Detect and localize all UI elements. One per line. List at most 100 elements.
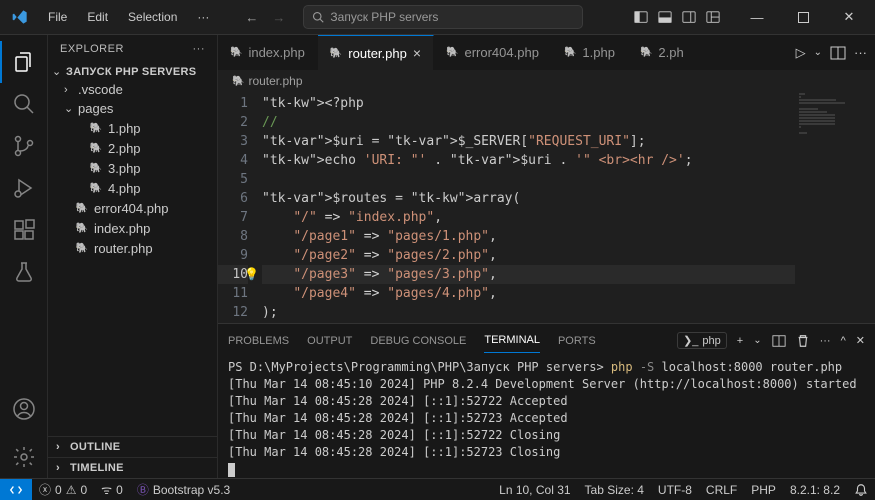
window-minimize[interactable]: — (735, 0, 779, 35)
panel-tab-terminal[interactable]: TERMINAL (484, 328, 540, 353)
status-notifications-icon[interactable] (847, 483, 875, 497)
editor-tab[interactable]: 🐘 error404.php (434, 35, 552, 70)
tree-file-label: router.php (94, 241, 153, 256)
layout-right-icon[interactable] (679, 7, 699, 27)
editor-tab[interactable]: 🐘index.php (218, 35, 318, 70)
command-center[interactable]: Запуск PHP servers (303, 5, 583, 29)
explorer-more-icon[interactable]: ··· (193, 43, 206, 55)
search-text: Запуск PHP servers (330, 10, 438, 24)
activity-testing-icon[interactable] (0, 251, 48, 293)
status-problems[interactable]: ⓧ0 ⚠0 (32, 479, 94, 500)
php-file-icon: 🐘 (88, 180, 104, 196)
php-file-icon: 🐘 (640, 47, 652, 58)
tree-file-label: error404.php (94, 201, 168, 216)
activity-run-debug-icon[interactable] (0, 167, 48, 209)
menu-selection[interactable]: Selection (120, 6, 185, 28)
maximize-panel-icon[interactable]: ^ (841, 335, 846, 347)
tab-label: 2.ph (658, 45, 683, 60)
tree-file[interactable]: 🐘router.php (48, 238, 217, 258)
menu-file[interactable]: File (40, 6, 75, 28)
status-php-version[interactable]: 8.2.1: 8.2 (783, 483, 847, 497)
php-file-icon: 🐘 (446, 47, 458, 58)
more-icon[interactable]: ··· (820, 335, 831, 347)
tree-file[interactable]: 🐘index.php (48, 218, 217, 238)
chevron-down-icon[interactable]: ⌄ (814, 47, 822, 58)
close-icon[interactable]: × (413, 45, 421, 61)
activity-search-icon[interactable] (0, 83, 48, 125)
activity-extensions-icon[interactable] (0, 209, 48, 251)
layout-left-icon[interactable] (631, 7, 651, 27)
sidebar: EXPLORER ··· ⌄ЗАПУСК PHP SERVERS ›.vscod… (48, 35, 218, 478)
error-icon: ⓧ (39, 481, 51, 498)
chevron-down-icon[interactable]: ⌄ (753, 335, 761, 346)
panel-tab-ports[interactable]: PORTS (558, 329, 596, 353)
run-icon[interactable]: ▷ (796, 45, 806, 61)
panel-tab-problems[interactable]: PROBLEMS (228, 329, 289, 353)
outline-section[interactable]: ›OUTLINE (48, 436, 217, 457)
menu-edit[interactable]: Edit (79, 6, 116, 28)
tree-file[interactable]: 🐘error404.php (48, 198, 217, 218)
breadcrumb-file: router.php (248, 74, 302, 88)
status-errors-count: 0 (55, 483, 62, 497)
tree-file[interactable]: 🐘3.php (48, 158, 217, 178)
activity-explorer-icon[interactable] (0, 41, 48, 83)
panel-tab-debug[interactable]: DEBUG CONSOLE (370, 329, 466, 353)
activity-settings-icon[interactable] (0, 436, 48, 478)
breadcrumb[interactable]: 🐘 router.php (218, 70, 875, 92)
status-ports[interactable]: ᯤ0 (94, 479, 130, 500)
tree-folder-pages[interactable]: ⌄pages (48, 99, 217, 118)
code-editor[interactable]: "tk-kw"><?php//"tk-var">$uri = "tk-var">… (262, 92, 795, 323)
window-close[interactable]: ✕ (827, 0, 871, 35)
tree-file[interactable]: 🐘 4.php (48, 178, 217, 198)
editor-tab[interactable]: 🐘router.php× (318, 35, 434, 70)
activity-source-control-icon[interactable] (0, 125, 48, 167)
status-cursor[interactable]: Ln 10, Col 31 (492, 483, 577, 497)
tree-file-label: 4.php (108, 181, 141, 196)
tree-file[interactable]: 🐘 2.php (48, 138, 217, 158)
nav-back-icon[interactable]: ← (241, 6, 262, 29)
activity-account-icon[interactable] (0, 388, 48, 430)
menu-more[interactable]: ··· (189, 6, 217, 28)
php-file-icon: 🐘 (74, 220, 90, 236)
terminal-selector[interactable]: ❯_php (677, 332, 727, 349)
vscode-logo-icon (12, 9, 28, 25)
titlebar: File Edit Selection ··· ← → Запуск PHP s… (0, 0, 875, 35)
status-tab-size[interactable]: Tab Size: 4 (578, 483, 651, 497)
split-editor-icon[interactable] (830, 45, 846, 61)
status-eol[interactable]: CRLF (699, 483, 744, 497)
editor-tab[interactable]: 🐘 2.ph (628, 35, 697, 70)
status-encoding[interactable]: UTF-8 (651, 483, 699, 497)
status-bootstrap[interactable]: ⒷBootstrap v5.3 (130, 479, 237, 500)
nav-forward-icon[interactable]: → (268, 6, 289, 29)
tree-root[interactable]: ⌄ЗАПУСК PHP SERVERS (48, 63, 217, 80)
tree-folder-vscode[interactable]: ›.vscode (48, 80, 217, 99)
timeline-label: TIMELINE (70, 462, 124, 474)
terminal[interactable]: PS D:\MyProjects\Programming\PHP\Запуск … (218, 353, 875, 478)
editor-tab[interactable]: 🐘 1.php (552, 35, 628, 70)
window-maximize[interactable] (781, 0, 825, 35)
tab-label: error404.php (464, 45, 538, 60)
tab-label: 1.php (582, 45, 615, 60)
status-language[interactable]: PHP (744, 483, 783, 497)
tree-file[interactable]: 🐘1.php (48, 118, 217, 138)
panel-tab-output[interactable]: OUTPUT (307, 329, 352, 353)
new-terminal-icon[interactable]: + (737, 335, 743, 347)
php-file-icon: 🐘 (88, 140, 104, 156)
php-file-icon: 🐘 (330, 48, 342, 59)
minimap[interactable] (795, 92, 875, 323)
activity-bar (0, 35, 48, 478)
remote-indicator[interactable] (0, 479, 32, 500)
close-panel-icon[interactable]: ✕ (856, 334, 865, 347)
trash-icon[interactable] (796, 334, 810, 348)
layout-bottom-icon[interactable] (655, 7, 675, 27)
terminal-shell-label: php (702, 335, 720, 347)
layout-customize-icon[interactable] (703, 7, 723, 27)
tree-file-label: 2.php (108, 141, 141, 156)
split-terminal-icon[interactable] (772, 334, 786, 348)
more-icon[interactable]: ··· (854, 45, 867, 60)
antenna-icon: ᯤ (101, 481, 112, 498)
php-file-icon: 🐘 (564, 47, 576, 58)
tree-root-label: ЗАПУСК PHP SERVERS (66, 66, 196, 78)
timeline-section[interactable]: ›TIMELINE (48, 457, 217, 478)
tree-file-label: 3.php (108, 161, 141, 176)
